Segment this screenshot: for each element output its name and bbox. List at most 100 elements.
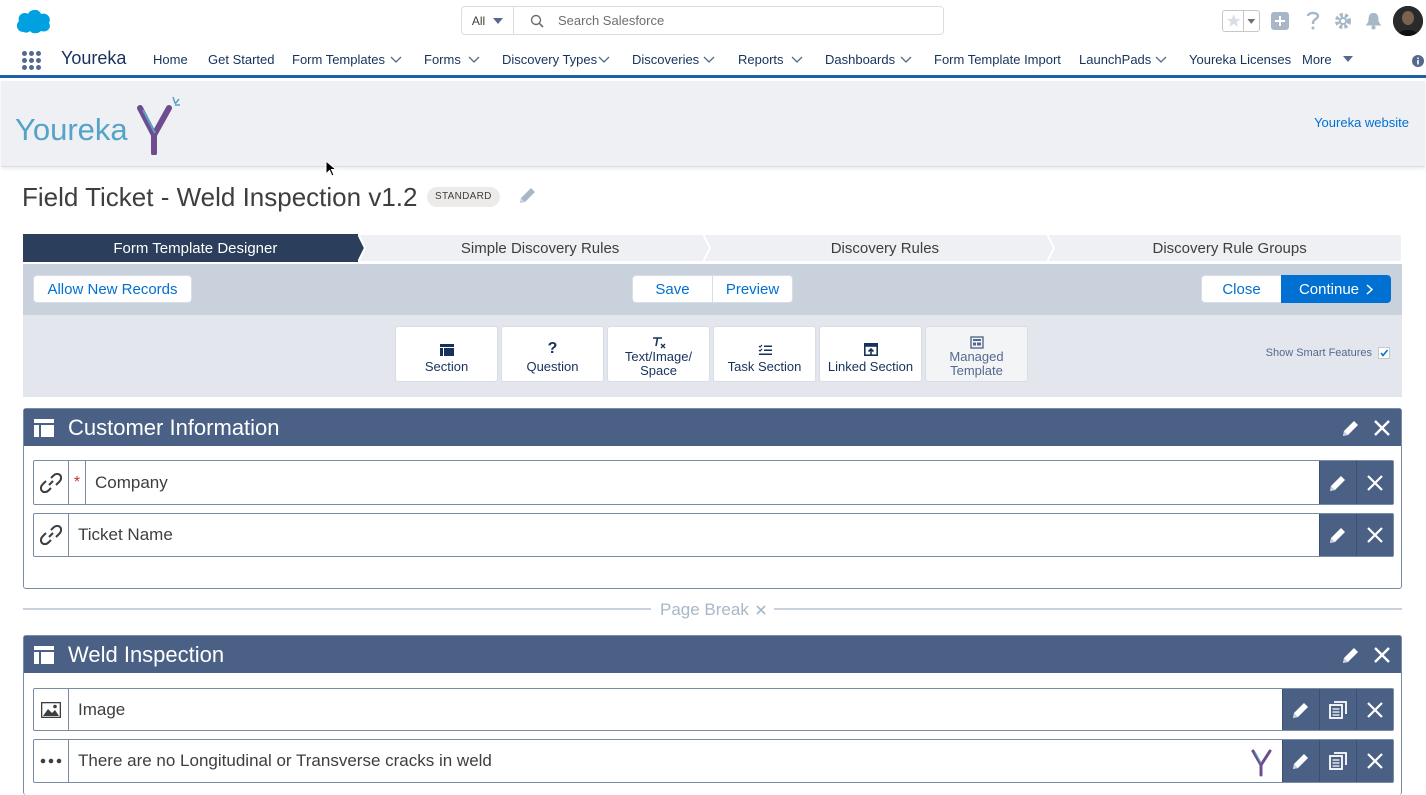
edit-field-button[interactable] — [1319, 514, 1356, 556]
field-row[interactable]: There are no Longitudinal or Transverse … — [33, 739, 1394, 783]
section-title: Customer Information — [68, 414, 280, 440]
show-smart-features-checkbox[interactable] — [1378, 347, 1390, 359]
chevron-down-icon[interactable] — [791, 54, 803, 64]
allow-new-records-button[interactable]: Allow New Records — [33, 275, 192, 303]
section-header: Weld Inspection — [24, 636, 1401, 673]
bell-icon — [1365, 13, 1381, 30]
edit-field-button[interactable] — [1319, 461, 1356, 504]
help-icon — [1306, 11, 1320, 30]
field-row[interactable]: Ticket Name — [33, 513, 1394, 557]
nav-item-form-templates[interactable]: Form Templates — [292, 52, 385, 67]
global-search[interactable]: All Search Salesforce — [461, 6, 944, 35]
path-step-simple-discovery-rules[interactable]: Simple Discovery Rules — [357, 234, 713, 262]
palette-label: Task Section — [727, 359, 802, 374]
chevron-down-icon[interactable] — [703, 54, 715, 64]
copy-icon — [1329, 752, 1347, 770]
youreka-logo: Youreka — [15, 96, 180, 155]
app-launcher-icon[interactable] — [22, 51, 41, 70]
close-icon — [1367, 474, 1383, 491]
edit-field-button[interactable] — [1282, 689, 1319, 730]
add-text-image-space-button[interactable]: Text/Image/ Space — [607, 326, 710, 382]
star-icon — [1226, 14, 1241, 27]
clone-field-button[interactable] — [1319, 689, 1356, 730]
add-section-button[interactable]: Section — [395, 326, 498, 382]
edit-pencil-icon — [1330, 528, 1345, 543]
nav-item-more[interactable]: More — [1302, 52, 1332, 67]
add-linked-section-button[interactable]: Linked Section — [819, 326, 922, 382]
nav-item-youreka-licenses[interactable]: Youreka Licenses — [1189, 52, 1291, 67]
edit-field-button[interactable] — [1282, 740, 1319, 782]
chevron-down-icon[interactable] — [468, 54, 480, 64]
close-icon[interactable] — [1373, 646, 1391, 664]
field-row[interactable]: Image — [33, 688, 1394, 731]
add-managed-template-button[interactable]: Managed Template — [925, 326, 1028, 382]
remove-field-button[interactable] — [1356, 740, 1393, 782]
save-button[interactable]: Save — [632, 275, 713, 303]
nav-item-reports[interactable]: Reports — [738, 52, 784, 67]
edit-title-pencil-icon[interactable] — [516, 185, 538, 207]
setup-button[interactable] — [1333, 12, 1353, 30]
path-step-discovery-rules[interactable]: Discovery Rules — [702, 234, 1058, 262]
page-break-line — [774, 608, 1402, 610]
nav-item-get-started[interactable]: Get Started — [208, 52, 274, 67]
chevron-down-icon[interactable] — [900, 54, 912, 64]
youreka-website-link[interactable]: Youreka website — [1314, 115, 1409, 130]
page-title: Field Ticket - Weld Inspection v1.2 — [22, 182, 418, 212]
nav-item-form-template-import[interactable]: Form Template Import — [934, 52, 1061, 67]
component-palette: Section ? Question Text/Image/ Space Tas… — [23, 315, 1402, 397]
continue-label: Continue — [1298, 280, 1360, 298]
notifications-button[interactable] — [1363, 12, 1383, 30]
continue-button[interactable]: Continue — [1281, 275, 1391, 303]
favorites-button[interactable] — [1222, 10, 1260, 32]
close-icon[interactable] — [1373, 419, 1391, 437]
caret-down-icon[interactable] — [1342, 55, 1354, 65]
remove-page-break-icon[interactable] — [756, 605, 766, 615]
global-actions-button[interactable] — [1270, 11, 1290, 31]
remove-field-button[interactable] — [1356, 689, 1393, 730]
edit-pencil-icon — [1330, 475, 1345, 491]
search-icon — [530, 14, 544, 28]
field-label: Image — [78, 699, 126, 719]
info-icon[interactable] — [1412, 55, 1424, 67]
edit-pencil-icon[interactable] — [1341, 418, 1361, 438]
show-smart-features-label: Show Smart Features — [1265, 347, 1372, 359]
youreka-smart-feature-icon — [1251, 749, 1272, 777]
designer-path: Form Template Designer Simple Discovery … — [23, 234, 1403, 262]
remove-field-button[interactable] — [1356, 514, 1393, 556]
path-step-label: Discovery Rule Groups — [1152, 239, 1307, 257]
checkmark-icon — [1380, 349, 1389, 357]
help-button[interactable] — [1304, 11, 1322, 31]
section-title: Weld Inspection — [68, 641, 225, 667]
nav-item-dashboards[interactable]: Dashboards — [825, 52, 895, 67]
field-row[interactable]: * Company — [33, 460, 1394, 505]
show-smart-features-toggle[interactable]: Show Smart Features — [1266, 347, 1390, 359]
add-icon — [1271, 12, 1289, 30]
close-button[interactable]: Close — [1201, 275, 1282, 303]
remove-field-button[interactable] — [1356, 461, 1393, 504]
chevron-down-icon[interactable] — [390, 54, 402, 64]
nav-item-home[interactable]: Home — [153, 52, 188, 67]
copy-icon — [1329, 700, 1347, 719]
nav-item-launchpads[interactable]: LaunchPads — [1079, 52, 1151, 67]
path-step-form-template-designer[interactable]: Form Template Designer — [23, 234, 375, 262]
search-scope-select[interactable]: All — [462, 7, 514, 34]
preview-button[interactable]: Preview — [712, 275, 793, 303]
add-task-section-button[interactable]: Task Section — [713, 326, 816, 382]
path-step-label: Discovery Rules — [830, 239, 940, 257]
add-question-button[interactable]: ? Question — [501, 326, 604, 382]
salesforce-logo[interactable] — [14, 8, 52, 34]
search-input[interactable]: Search Salesforce — [558, 13, 664, 28]
nav-item-forms[interactable]: Forms — [424, 52, 461, 67]
chevron-down-icon[interactable] — [598, 54, 610, 64]
clone-field-button[interactable] — [1319, 740, 1356, 782]
palette-label: Linked Section — [827, 359, 914, 374]
chevron-down-icon[interactable] — [1155, 54, 1167, 64]
path-step-discovery-rule-groups[interactable]: Discovery Rule Groups — [1047, 234, 1403, 262]
edit-pencil-icon[interactable] — [1341, 645, 1361, 665]
field-label: Ticket Name — [78, 525, 173, 544]
required-indicator: * — [69, 461, 86, 504]
app-name: Youreka — [61, 48, 127, 68]
nav-item-discoveries[interactable]: Discoveries — [632, 52, 699, 67]
user-avatar[interactable] — [1393, 6, 1423, 36]
nav-item-discovery-types[interactable]: Discovery Types — [502, 52, 597, 67]
